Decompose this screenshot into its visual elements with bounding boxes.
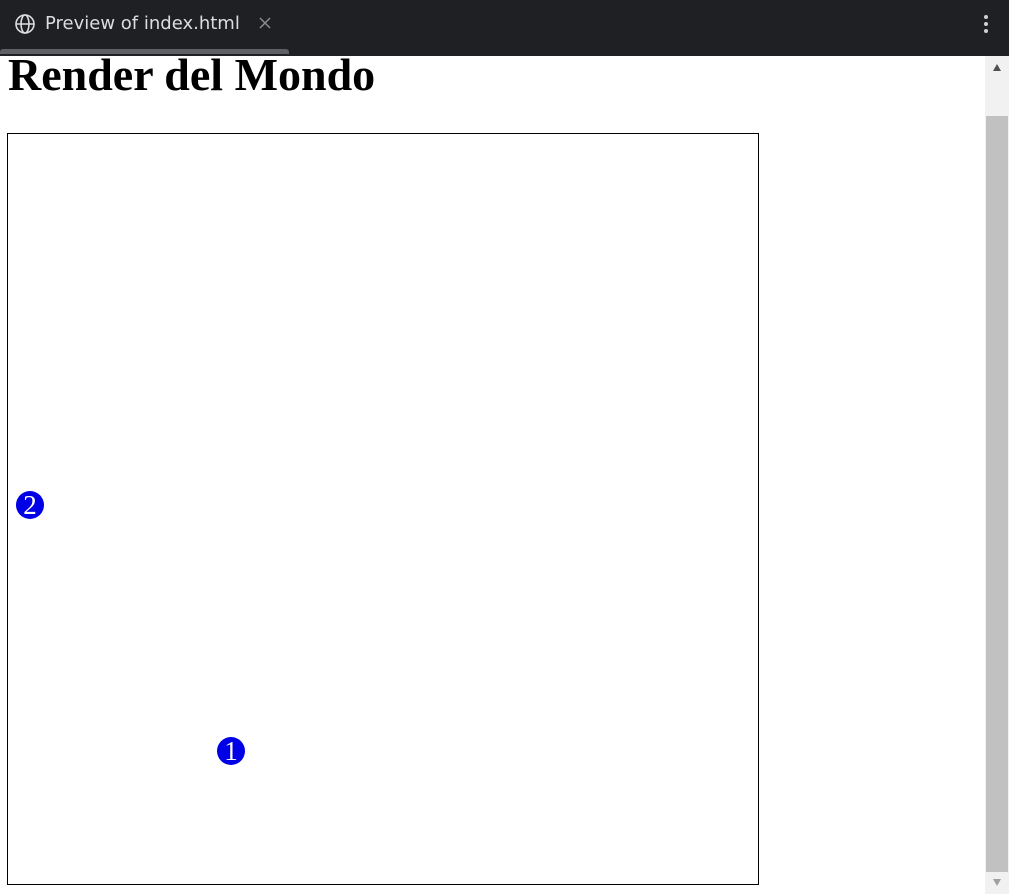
scroll-thumb[interactable] [986, 116, 1008, 872]
more-vertical-icon[interactable] [981, 12, 991, 38]
scroll-down-arrow-icon[interactable] [985, 872, 1009, 894]
world-canvas[interactable]: 1 2 [7, 133, 759, 885]
active-tab-indicator [0, 49, 289, 54]
tab-title: Preview of index.html [45, 13, 240, 34]
globe-icon [15, 14, 35, 34]
tab-preview[interactable]: Preview of index.html [0, 0, 289, 54]
scroll-up-arrow-icon[interactable] [985, 56, 1009, 78]
vertical-scrollbar[interactable] [985, 56, 1009, 894]
entity-marker-1[interactable]: 1 [217, 737, 245, 766]
tab-bar: Preview of index.html [0, 0, 1009, 56]
page-title: Render del Mondo [8, 56, 376, 100]
entity-marker-2[interactable]: 2 [16, 491, 44, 520]
preview-content: Render del Mondo 1 2 [0, 56, 985, 894]
close-icon[interactable] [257, 15, 273, 31]
